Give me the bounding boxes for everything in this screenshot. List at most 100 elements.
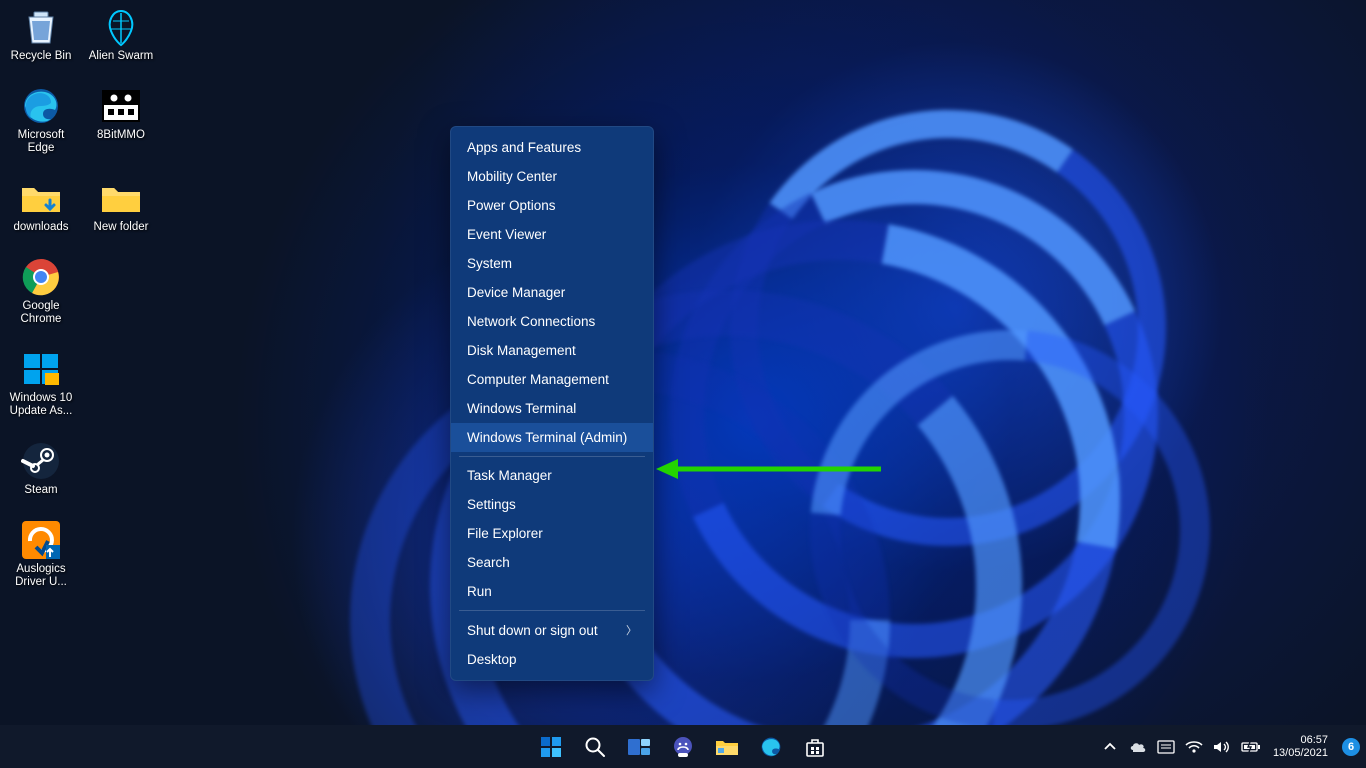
start-icon [540, 736, 562, 758]
desktop-icon-label: downloads [14, 221, 69, 234]
desktop-icon-alien-swarm[interactable]: Alien Swarm [86, 6, 156, 63]
desktop-icon-8bitmmo[interactable]: 8BitMMO [86, 85, 156, 155]
taskbar-clock[interactable]: 06:57 13/05/2021 [1267, 734, 1334, 760]
taskbar-right: 06:57 13/05/2021 6 [1097, 725, 1360, 768]
menu-item-label: Windows Terminal (Admin) [467, 430, 627, 445]
menu-item-label: Computer Management [467, 372, 609, 387]
desktop-icon-label: New folder [94, 221, 149, 234]
winx-item-mobility-center[interactable]: Mobility Center [451, 162, 653, 191]
menu-separator [459, 610, 645, 611]
chevron-right-icon: 〉 [626, 622, 637, 638]
chat-icon [672, 736, 694, 758]
desktop-icon-label: 8BitMMO [97, 129, 145, 142]
battery-icon[interactable] [1241, 740, 1261, 754]
winx-item-power-options[interactable]: Power Options [451, 191, 653, 220]
notifications-badge[interactable]: 6 [1342, 738, 1360, 756]
winx-item-windows-terminal-admin[interactable]: Windows Terminal (Admin) [451, 423, 653, 452]
menu-item-label: Shut down or sign out [467, 623, 598, 638]
winx-item-desktop[interactable]: Desktop [451, 645, 653, 674]
desktop-icon-auslogics[interactable]: Auslogics Driver U... [6, 519, 76, 589]
taskbar-search-button[interactable] [576, 728, 614, 766]
menu-item-label: Task Manager [467, 468, 552, 483]
task-view-icon [627, 736, 651, 758]
desktop-icon-w10-update[interactable]: Windows 10 Update As... [6, 348, 76, 418]
taskbar-edge-button[interactable] [752, 728, 790, 766]
winx-item-windows-terminal[interactable]: Windows Terminal [451, 394, 653, 423]
menu-item-label: Settings [467, 497, 516, 512]
winx-item-file-explorer[interactable]: File Explorer [451, 519, 653, 548]
menu-item-label: Device Manager [467, 285, 565, 300]
menu-item-label: File Explorer [467, 526, 543, 541]
winx-item-task-manager[interactable]: Task Manager [451, 461, 653, 490]
winx-item-computer-management[interactable]: Computer Management [451, 365, 653, 394]
winx-item-event-viewer[interactable]: Event Viewer [451, 220, 653, 249]
menu-item-label: Apps and Features [467, 140, 581, 155]
recycle-bin-icon [20, 6, 62, 48]
menu-item-label: System [467, 256, 512, 271]
menu-item-label: Mobility Center [467, 169, 557, 184]
menu-separator [459, 456, 645, 457]
taskbar-start-button[interactable] [532, 728, 570, 766]
badge-count: 6 [1348, 741, 1354, 753]
input-indicator-icon[interactable] [1157, 740, 1175, 754]
wallpaper-bloom [310, 50, 1210, 730]
winx-item-disk-management[interactable]: Disk Management [451, 336, 653, 365]
desktop-icon-steam[interactable]: Steam [6, 440, 76, 497]
8bitmmo-icon [100, 85, 142, 127]
taskbar-center [532, 725, 834, 768]
file-explorer-icon [715, 736, 739, 758]
menu-item-label: Windows Terminal [467, 401, 576, 416]
taskbar-task-view-button[interactable] [620, 728, 658, 766]
desktop-icon-downloads[interactable]: downloads [6, 177, 76, 234]
desktop-icon-label: Windows 10 Update As... [6, 392, 76, 418]
clock-date: 13/05/2021 [1273, 747, 1328, 760]
tray-icons [1129, 740, 1261, 754]
alien-swarm-icon [100, 6, 142, 48]
taskbar-file-explorer-button[interactable] [708, 728, 746, 766]
taskbar-store-button[interactable] [796, 728, 834, 766]
winx-item-run[interactable]: Run [451, 577, 653, 606]
desktop-icon-label: Recycle Bin [11, 50, 72, 63]
menu-item-label: Power Options [467, 198, 556, 213]
menu-item-label: Network Connections [467, 314, 595, 329]
edge-icon [760, 736, 782, 758]
desktop-icon-recycle-bin[interactable]: Recycle Bin [6, 6, 76, 63]
desktop-icon-label: Steam [24, 484, 57, 497]
winx-item-settings[interactable]: Settings [451, 490, 653, 519]
edge-icon [20, 85, 62, 127]
onedrive-icon[interactable] [1129, 740, 1147, 754]
tray-overflow-button[interactable] [1097, 728, 1123, 766]
store-icon [804, 736, 826, 758]
chrome-icon [20, 256, 62, 298]
volume-icon[interactable] [1213, 740, 1231, 754]
annotation-arrow [656, 459, 881, 479]
steam-icon [20, 440, 62, 482]
winx-menu[interactable]: Apps and Features Mobility Center Power … [450, 126, 654, 681]
clock-time: 06:57 [1273, 734, 1328, 747]
desktop-icon-label: Google Chrome [6, 300, 76, 326]
windows-update-icon [20, 348, 62, 390]
taskbar-chat-button[interactable] [664, 728, 702, 766]
menu-item-label: Disk Management [467, 343, 576, 358]
menu-item-label: Run [467, 584, 492, 599]
desktop-icons-grid: Recycle Bin Alien Swarm Microsoft Edge [6, 6, 156, 589]
winx-item-network-connections[interactable]: Network Connections [451, 307, 653, 336]
taskbar: 06:57 13/05/2021 6 [0, 725, 1366, 768]
folder-icon [100, 177, 142, 219]
menu-item-label: Event Viewer [467, 227, 546, 242]
winx-item-device-manager[interactable]: Device Manager [451, 278, 653, 307]
auslogics-icon [20, 519, 62, 561]
desktop-icon-label: Auslogics Driver U... [6, 563, 76, 589]
chevron-up-icon [1103, 740, 1117, 754]
desktop[interactable]: Recycle Bin Alien Swarm Microsoft Edge [0, 0, 1366, 768]
desktop-icon-label: Alien Swarm [89, 50, 154, 63]
winx-item-apps-features[interactable]: Apps and Features [451, 133, 653, 162]
desktop-icon-chrome[interactable]: Google Chrome [6, 256, 76, 326]
desktop-icon-new-folder[interactable]: New folder [86, 177, 156, 234]
winx-item-search[interactable]: Search [451, 548, 653, 577]
menu-item-label: Search [467, 555, 510, 570]
winx-item-system[interactable]: System [451, 249, 653, 278]
winx-item-shutdown-signout[interactable]: Shut down or sign out 〉 [451, 615, 653, 645]
wifi-icon[interactable] [1185, 740, 1203, 754]
desktop-icon-edge[interactable]: Microsoft Edge [6, 85, 76, 155]
